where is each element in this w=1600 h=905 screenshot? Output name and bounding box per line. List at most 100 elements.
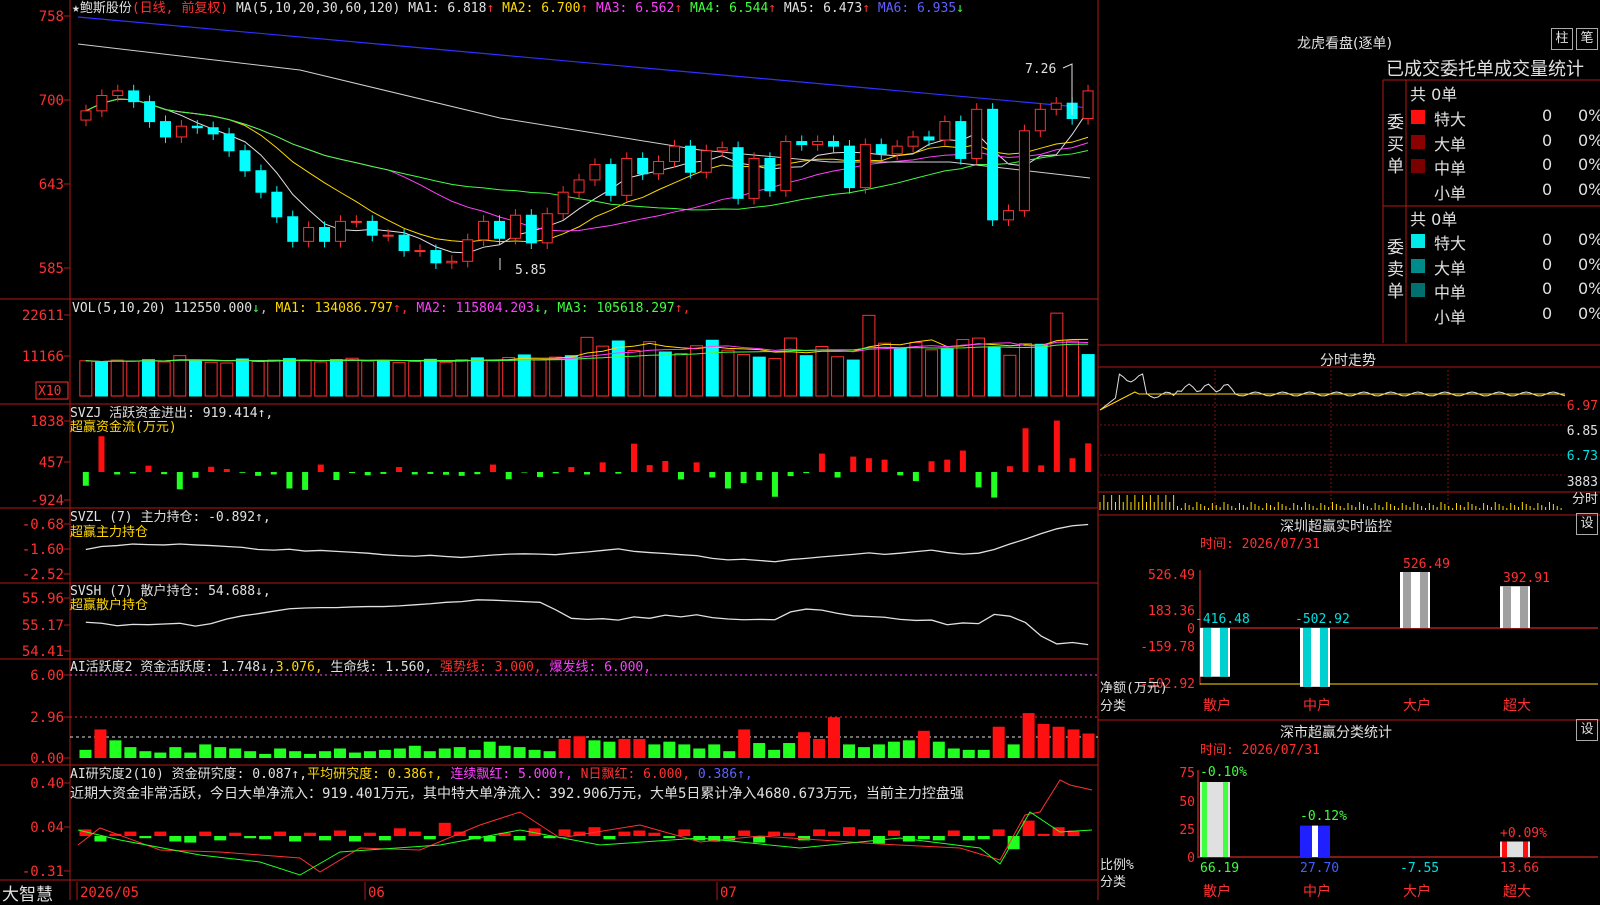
ai1-bar <box>992 726 1005 758</box>
ai2-axis-label: -0.31 <box>22 864 64 880</box>
ai1-bar <box>783 743 796 758</box>
sell-row-name: 小单 <box>1434 307 1467 327</box>
ai2-t1: AI研究度2(10) 资金研究度: 0.087↑, <box>70 767 308 782</box>
vol-bar <box>1066 340 1080 397</box>
svzj-bar <box>803 472 810 474</box>
svzj-axis-label: 1838 <box>30 414 64 430</box>
candle <box>748 157 760 199</box>
candle <box>223 133 235 152</box>
cls-value-label: -7.55 <box>1400 861 1439 876</box>
candle <box>271 191 283 218</box>
ai2-bar <box>648 832 661 836</box>
sell-0-swatch <box>1411 234 1425 248</box>
ma4-arrow: ↑ <box>768 1 777 16</box>
sell-row-n: 0 <box>1542 303 1553 323</box>
svzj-bar <box>82 472 89 486</box>
vol-bar <box>439 361 453 397</box>
svzl-axis-label: -1.60 <box>22 542 64 558</box>
vol-unit: X10 <box>38 384 61 399</box>
sell-row-name: 大单 <box>1434 258 1467 278</box>
period-label[interactable]: (日线, 前复权) <box>132 1 228 16</box>
cls-axis-label: 50 <box>1179 795 1195 810</box>
intraday-axis-label: 6.73 <box>1567 449 1598 464</box>
ai2-bar <box>229 832 242 836</box>
vol-bar <box>940 348 954 397</box>
sell-row-name: 特大 <box>1434 234 1467 253</box>
sell-row-n: 0 <box>1542 279 1553 298</box>
cls-xlabel: 分类 <box>1100 875 1126 890</box>
favorite-star-icon[interactable]: ★ <box>72 1 80 16</box>
sell-row-p: 0% <box>1578 230 1600 249</box>
monitor-bar-shade <box>1320 628 1328 687</box>
ai2-t2: 平均研究度: 0.386↑, <box>307 767 443 782</box>
monitor-xlabel: 分类 <box>1100 699 1126 714</box>
ai2-bar <box>1022 820 1035 836</box>
monitor-settings-button[interactable]: 设 <box>1576 513 1598 535</box>
ai2-bar <box>289 836 302 842</box>
ai2-bar <box>857 829 870 836</box>
date-label: 06 <box>368 885 385 900</box>
vol-bar <box>486 360 500 397</box>
svzj-bar <box>662 461 669 472</box>
vol-bar <box>94 361 108 397</box>
vol-bar <box>235 358 249 397</box>
cls-settings-button[interactable]: 设 <box>1576 719 1598 741</box>
vol-bar <box>799 355 813 397</box>
brand-label: 大智慧 <box>2 885 53 905</box>
ai1-bar <box>798 732 811 758</box>
monitor-bar-shade <box>1503 586 1511 628</box>
cls-change-label: +0.09% <box>1500 826 1547 841</box>
bar-view-button[interactable]: 柱 <box>1551 28 1573 50</box>
svzj-bar <box>255 472 262 476</box>
svzj-subtitle: 超赢资金流(万元) <box>70 420 177 435</box>
svsh-axis-label: 55.17 <box>22 618 64 634</box>
svzj-bar <box>834 472 841 478</box>
ai2-bar <box>947 830 960 836</box>
candle <box>653 161 665 175</box>
vol-bar <box>188 359 202 397</box>
monitor-axis-label: -159.78 <box>1140 640 1195 655</box>
svzj-bar <box>411 472 418 475</box>
monitor-axis-label: 0 <box>1187 622 1195 637</box>
ai1-bar <box>513 747 526 758</box>
buy-row-n: 0 <box>1542 179 1553 199</box>
vol-ma2-arrow: ↓, <box>533 301 558 316</box>
tick-view-button[interactable]: 笔 <box>1576 28 1598 50</box>
ai2-bar <box>828 831 841 836</box>
svzj-bar <box>881 459 888 472</box>
sell-row-p: 0% <box>1578 303 1600 323</box>
candle <box>796 141 808 146</box>
ai2-bar <box>304 832 317 836</box>
ai2-bar <box>992 829 1005 836</box>
order-stat-tabs[interactable]: 已成交委托单成交量统计 <box>1386 55 1584 81</box>
ai2-bar <box>633 830 646 836</box>
vol-bar <box>157 361 171 397</box>
vol-bar <box>627 350 641 397</box>
svzj-bar <box>912 472 919 482</box>
cls-change-label: -0.12% <box>1300 809 1347 824</box>
vol-bar <box>1050 312 1064 397</box>
date-label: 07 <box>720 885 737 900</box>
ai1-bar <box>618 738 631 758</box>
vol-bar <box>596 345 610 397</box>
vol-bar <box>345 357 359 397</box>
ma6-label: MA6: <box>870 1 918 16</box>
candle <box>700 150 712 173</box>
svsh-subtitle: 超赢散户持仓 <box>70 598 149 613</box>
price-axis-label: 585 <box>39 261 64 277</box>
intraday-title: 分时走势 <box>1320 353 1376 369</box>
ai1-bar <box>453 747 466 758</box>
candle <box>812 141 824 146</box>
candle <box>716 147 728 152</box>
vol-bar <box>752 356 766 397</box>
svzj-bar <box>380 472 387 474</box>
candle <box>144 101 156 123</box>
ai1-bar <box>977 749 990 758</box>
ai1-bar <box>333 748 346 758</box>
svzj-bar <box>1006 466 1013 472</box>
ai2-bar <box>768 831 781 836</box>
ma1-label: MA1: <box>408 1 448 16</box>
candle <box>1018 130 1030 212</box>
ai2-header: AI研究度2(10) 资金研究度: 0.087↑,平均研究度: 0.386↑, … <box>70 768 753 782</box>
monitor-value-label: 392.91 <box>1503 571 1550 586</box>
